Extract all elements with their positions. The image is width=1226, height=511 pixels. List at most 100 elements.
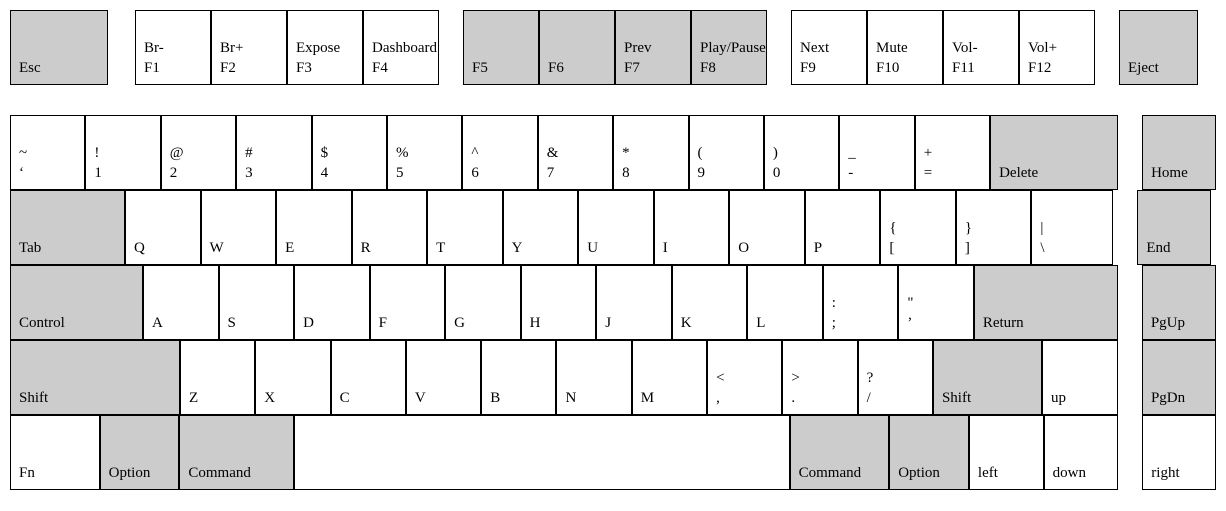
key-right-arrow[interactable]: right xyxy=(1142,415,1216,490)
key-esc[interactable]: Esc xyxy=(10,10,108,85)
key-y[interactable]: Y xyxy=(503,190,579,265)
key-upper: < xyxy=(716,368,773,388)
key-quote[interactable]: " ’ xyxy=(898,265,974,340)
key-period[interactable]: > . xyxy=(782,340,857,415)
key-s[interactable]: S xyxy=(219,265,295,340)
key-control[interactable]: Control xyxy=(10,265,143,340)
key-2[interactable]: @ 2 xyxy=(161,115,236,190)
key-n[interactable]: N xyxy=(556,340,631,415)
key-space[interactable] xyxy=(294,415,790,490)
key-r[interactable]: R xyxy=(352,190,428,265)
key-1[interactable]: ! 1 xyxy=(85,115,160,190)
key-label: N xyxy=(565,388,622,408)
key-h[interactable]: H xyxy=(521,265,597,340)
key-g[interactable]: G xyxy=(445,265,521,340)
key-t[interactable]: T xyxy=(427,190,503,265)
key-up-arrow[interactable]: up xyxy=(1042,340,1118,415)
key-option-right[interactable]: Option xyxy=(889,415,969,490)
bottom-row: Fn Option Command Command Option left do… xyxy=(10,415,1216,490)
key-down-arrow[interactable]: down xyxy=(1044,415,1119,490)
key-command-left[interactable]: Command xyxy=(179,415,294,490)
key-lower: ; xyxy=(832,313,890,333)
key-f2[interactable]: Br+ F2 xyxy=(211,10,287,85)
key-c[interactable]: C xyxy=(331,340,406,415)
key-v[interactable]: V xyxy=(406,340,481,415)
key-f7[interactable]: Prev F7 xyxy=(615,10,691,85)
key-fn[interactable]: Fn xyxy=(10,415,100,490)
key-minus[interactable]: _ - xyxy=(839,115,914,190)
key-sublabel xyxy=(548,40,606,58)
key-e[interactable]: E xyxy=(276,190,352,265)
key-f5[interactable]: F5 xyxy=(463,10,539,85)
key-return[interactable]: Return xyxy=(974,265,1118,340)
key-f8[interactable]: Play/Pause F8 xyxy=(691,10,767,85)
key-m[interactable]: M xyxy=(632,340,707,415)
key-w[interactable]: W xyxy=(201,190,277,265)
key-4[interactable]: $ 4 xyxy=(312,115,387,190)
key-delete[interactable]: Delete xyxy=(990,115,1118,190)
key-3[interactable]: # 3 xyxy=(236,115,311,190)
key-right-bracket[interactable]: } ] xyxy=(956,190,1032,265)
key-d[interactable]: D xyxy=(294,265,370,340)
key-label: Fn xyxy=(19,463,91,483)
key-f1[interactable]: Br- F1 xyxy=(135,10,211,85)
key-label: Option xyxy=(109,463,171,483)
key-left-bracket[interactable]: { [ xyxy=(880,190,956,265)
key-l[interactable]: L xyxy=(747,265,823,340)
key-label: J xyxy=(605,313,663,333)
key-pgup[interactable]: PgUp xyxy=(1142,265,1216,340)
key-u[interactable]: U xyxy=(578,190,654,265)
key-f4[interactable]: Dashboard F4 xyxy=(363,10,439,85)
key-7[interactable]: & 7 xyxy=(538,115,613,190)
key-6[interactable]: ^ 6 xyxy=(462,115,537,190)
key-label: Option xyxy=(898,463,960,483)
key-k[interactable]: K xyxy=(672,265,748,340)
key-upper: ? xyxy=(867,368,924,388)
key-label: Q xyxy=(134,238,192,258)
key-option-left[interactable]: Option xyxy=(100,415,180,490)
key-o[interactable]: O xyxy=(729,190,805,265)
key-f6[interactable]: F6 xyxy=(539,10,615,85)
key-j[interactable]: J xyxy=(596,265,672,340)
key-z[interactable]: Z xyxy=(180,340,255,415)
key-lower: , xyxy=(716,388,773,408)
key-equals[interactable]: + = xyxy=(915,115,990,190)
key-8[interactable]: * 8 xyxy=(613,115,688,190)
key-semicolon[interactable]: : ; xyxy=(823,265,899,340)
key-f[interactable]: F xyxy=(370,265,446,340)
key-sublabel: Vol+ xyxy=(1028,38,1086,58)
key-upper: : xyxy=(832,293,890,313)
key-f12[interactable]: Vol+ F12 xyxy=(1019,10,1095,85)
key-0[interactable]: ) 0 xyxy=(764,115,839,190)
key-i[interactable]: I xyxy=(654,190,730,265)
key-pgdn[interactable]: PgDn xyxy=(1142,340,1216,415)
key-5[interactable]: % 5 xyxy=(387,115,462,190)
key-left-arrow[interactable]: left xyxy=(969,415,1044,490)
key-shift-left[interactable]: Shift xyxy=(10,340,180,415)
key-tab[interactable]: Tab xyxy=(10,190,125,265)
key-9[interactable]: ( 9 xyxy=(689,115,764,190)
key-a[interactable]: A xyxy=(143,265,219,340)
key-backslash[interactable]: | \ xyxy=(1031,190,1113,265)
key-upper: ! xyxy=(94,143,151,163)
key-b[interactable]: B xyxy=(481,340,556,415)
key-command-right[interactable]: Command xyxy=(790,415,890,490)
key-f9[interactable]: Next F9 xyxy=(791,10,867,85)
key-lower: 3 xyxy=(245,163,302,183)
key-slash[interactable]: ? / xyxy=(858,340,933,415)
key-f3[interactable]: Expose F3 xyxy=(287,10,363,85)
key-upper: * xyxy=(622,143,679,163)
key-x[interactable]: X xyxy=(255,340,330,415)
key-p[interactable]: P xyxy=(805,190,881,265)
key-f11[interactable]: Vol- F11 xyxy=(943,10,1019,85)
key-comma[interactable]: < , xyxy=(707,340,782,415)
key-eject[interactable]: Eject xyxy=(1119,10,1198,85)
key-shift-right[interactable]: Shift xyxy=(933,340,1042,415)
key-f10[interactable]: Mute F10 xyxy=(867,10,943,85)
key-upper: { xyxy=(889,218,947,238)
key-backtick[interactable]: ~ ‘ xyxy=(10,115,85,190)
key-home[interactable]: Home xyxy=(1142,115,1216,190)
key-q[interactable]: Q xyxy=(125,190,201,265)
key-label: K xyxy=(681,313,739,333)
key-end[interactable]: End xyxy=(1137,190,1211,265)
